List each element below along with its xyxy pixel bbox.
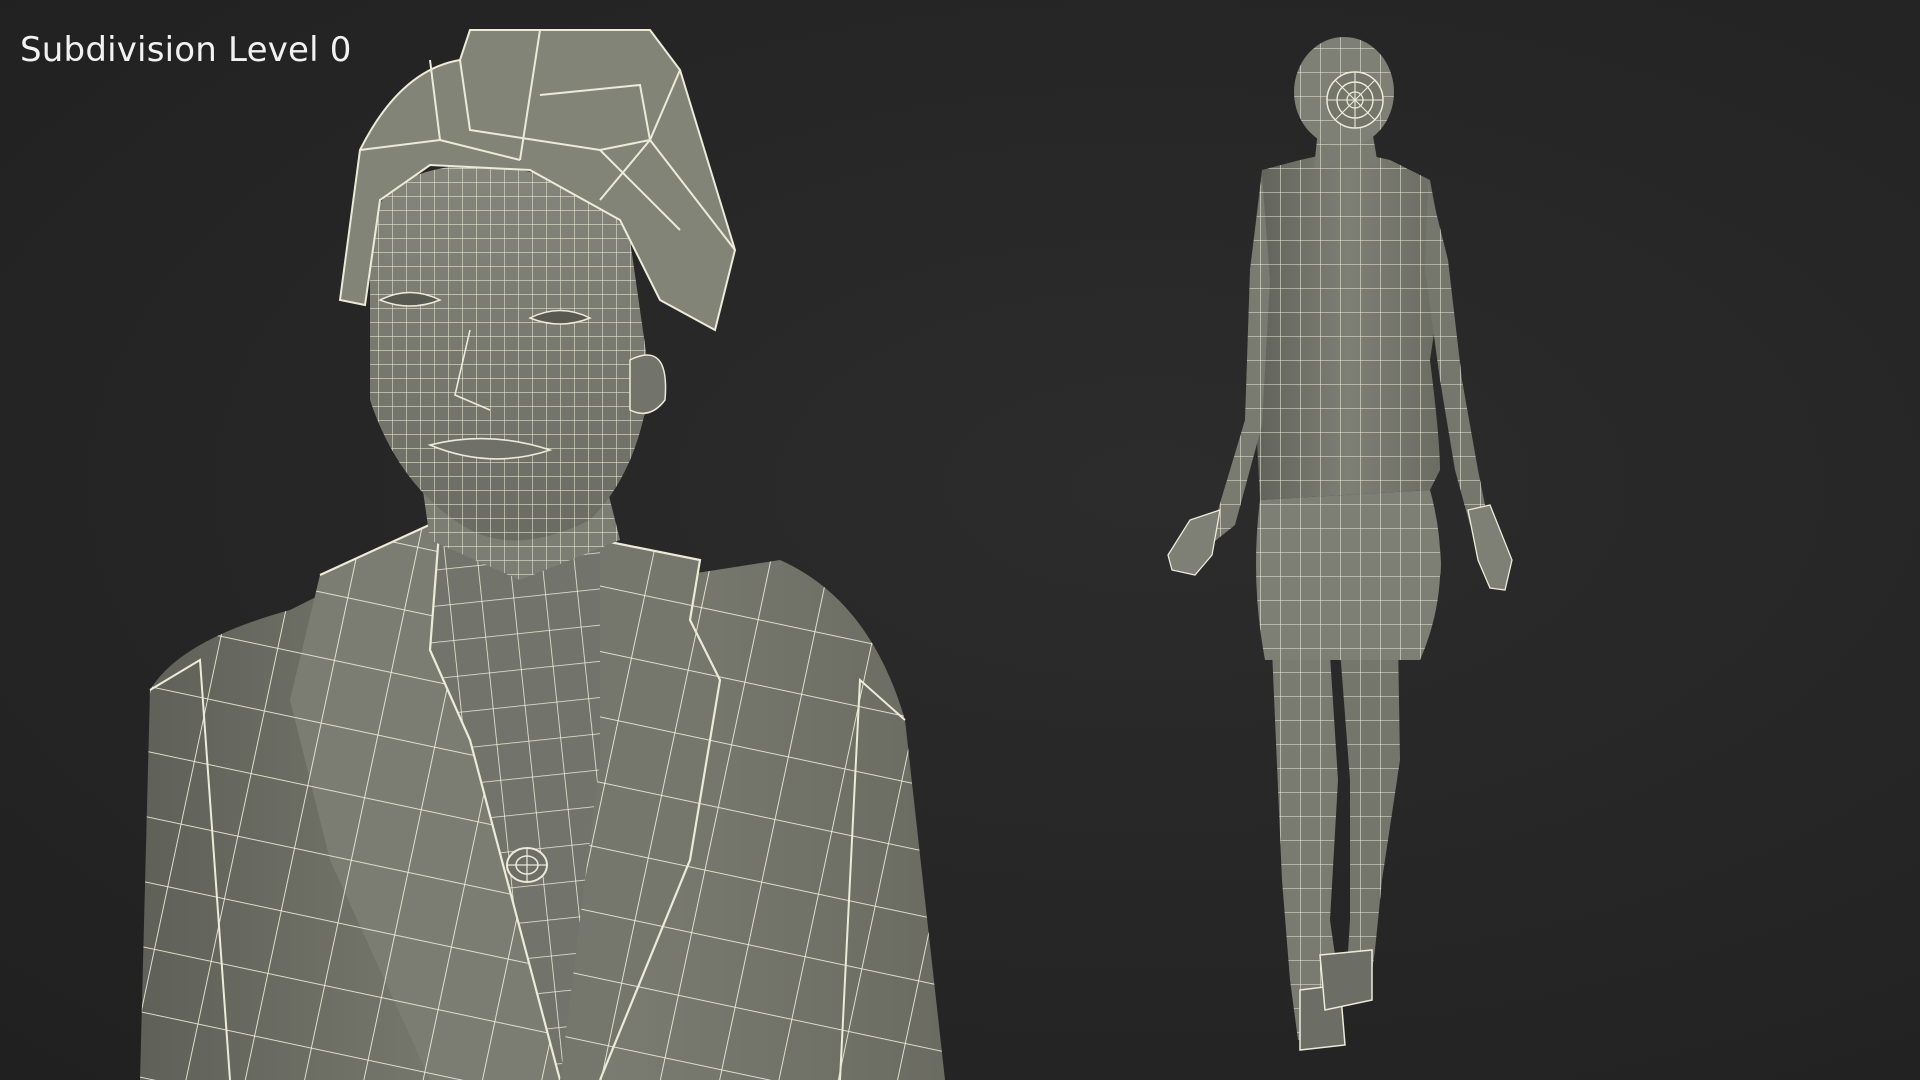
legs-mesh	[1272, 640, 1400, 1051]
subdivision-level-label: Subdivision Level 0	[20, 30, 352, 70]
right-arm-mesh	[1425, 180, 1513, 591]
render-viewport: Subdivision Level 0	[0, 0, 1920, 1080]
back-jacket-mesh	[1250, 150, 1445, 500]
back-head-mesh	[1294, 37, 1394, 147]
jacket-button	[506, 847, 548, 883]
skirt-mesh	[1256, 490, 1441, 660]
left-arm-mesh	[1167, 175, 1270, 576]
wireframe-render	[140, 29, 1513, 1080]
back-figure	[1167, 37, 1513, 1051]
front-figure	[140, 29, 945, 1080]
